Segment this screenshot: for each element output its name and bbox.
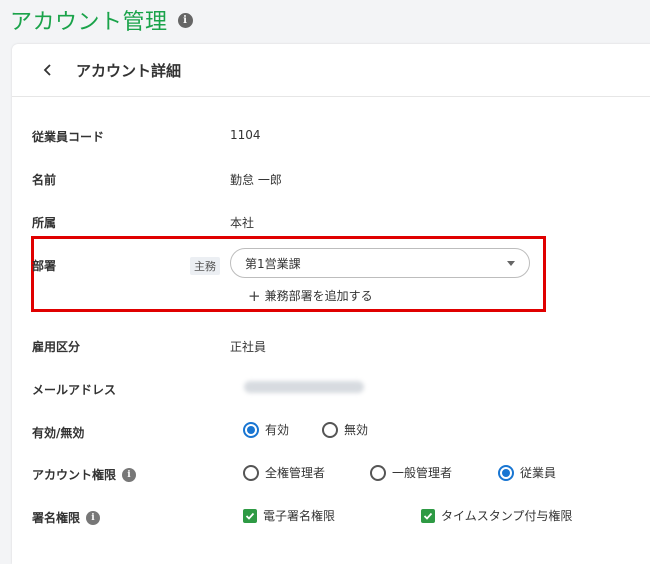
department-label: 部署	[32, 259, 57, 273]
employment-type-value: 正社員	[230, 340, 267, 354]
affiliation-value: 本社	[230, 216, 255, 230]
email-value-redacted	[244, 381, 364, 393]
employee-code-label: 従業員コード	[32, 130, 105, 144]
chevron-left-icon	[43, 64, 51, 76]
radio-unselected[interactable]	[322, 421, 338, 438]
department-selected-value: 第1営業課	[245, 256, 301, 271]
status-label: 有効/無効	[32, 426, 85, 440]
role-option-label: 一般管理者	[392, 466, 453, 480]
radio-selected[interactable]	[498, 464, 514, 481]
affiliation-label: 所属	[32, 216, 57, 230]
info-icon[interactable]: i	[177, 12, 193, 28]
signature-option-label: 電子署名権限	[263, 509, 336, 523]
email-label: メールアドレス	[32, 383, 117, 397]
radio-unselected[interactable]	[243, 464, 259, 481]
signature-option-timestamp[interactable]: タイムスタンプ付与権限	[421, 507, 572, 524]
add-concurrent-department-label: 兼務部署を追加する	[264, 289, 373, 303]
card-title: アカウント詳細	[76, 61, 182, 80]
page-header: アカウント管理 i	[10, 4, 193, 36]
main-department-badge: 主務	[190, 257, 220, 275]
page-title: アカウント管理	[10, 10, 168, 35]
caret-down-icon	[507, 261, 515, 266]
signature-option-electronic[interactable]: 電子署名権限	[243, 507, 335, 524]
employee-code-value: 1104	[230, 128, 261, 142]
plus-icon: +	[248, 286, 261, 305]
info-icon[interactable]: i	[86, 510, 101, 525]
account-role-label: アカウント権限	[32, 468, 117, 482]
check-icon	[245, 512, 255, 520]
name-label: 名前	[32, 173, 57, 187]
employment-type-label: 雇用区分	[32, 340, 81, 354]
checkbox-checked[interactable]	[243, 508, 257, 523]
back-button[interactable]	[36, 58, 60, 82]
role-option-employee[interactable]: 従業員	[498, 464, 556, 481]
checkbox-checked[interactable]	[421, 508, 435, 523]
role-option-label: 従業員	[520, 466, 557, 480]
account-role-label-wrap: アカウント権限 i	[32, 466, 137, 483]
radio-selected[interactable]	[243, 421, 259, 438]
signature-role-label: 署名権限	[32, 511, 81, 525]
name-value: 勤怠 一郎	[230, 173, 282, 187]
status-option-label: 無効	[344, 423, 369, 437]
status-option-label: 有効	[265, 423, 290, 437]
department-select[interactable]: 第1営業課	[230, 248, 530, 278]
role-option-general-admin[interactable]: 一般管理者	[370, 464, 452, 481]
signature-role-label-wrap: 署名権限 i	[32, 509, 101, 526]
status-option-disabled[interactable]: 無効	[322, 421, 368, 438]
role-option-label: 全権管理者	[265, 466, 326, 480]
radio-unselected[interactable]	[370, 464, 386, 481]
status-option-enabled[interactable]: 有効	[243, 421, 289, 438]
add-concurrent-department-button[interactable]: + 兼務部署を追加する	[248, 287, 373, 304]
check-icon	[423, 512, 433, 520]
signature-option-label: タイムスタンプ付与権限	[441, 509, 573, 523]
card-header: アカウント詳細	[12, 44, 650, 97]
info-icon[interactable]: i	[122, 467, 137, 482]
role-option-full-admin[interactable]: 全権管理者	[243, 464, 325, 481]
